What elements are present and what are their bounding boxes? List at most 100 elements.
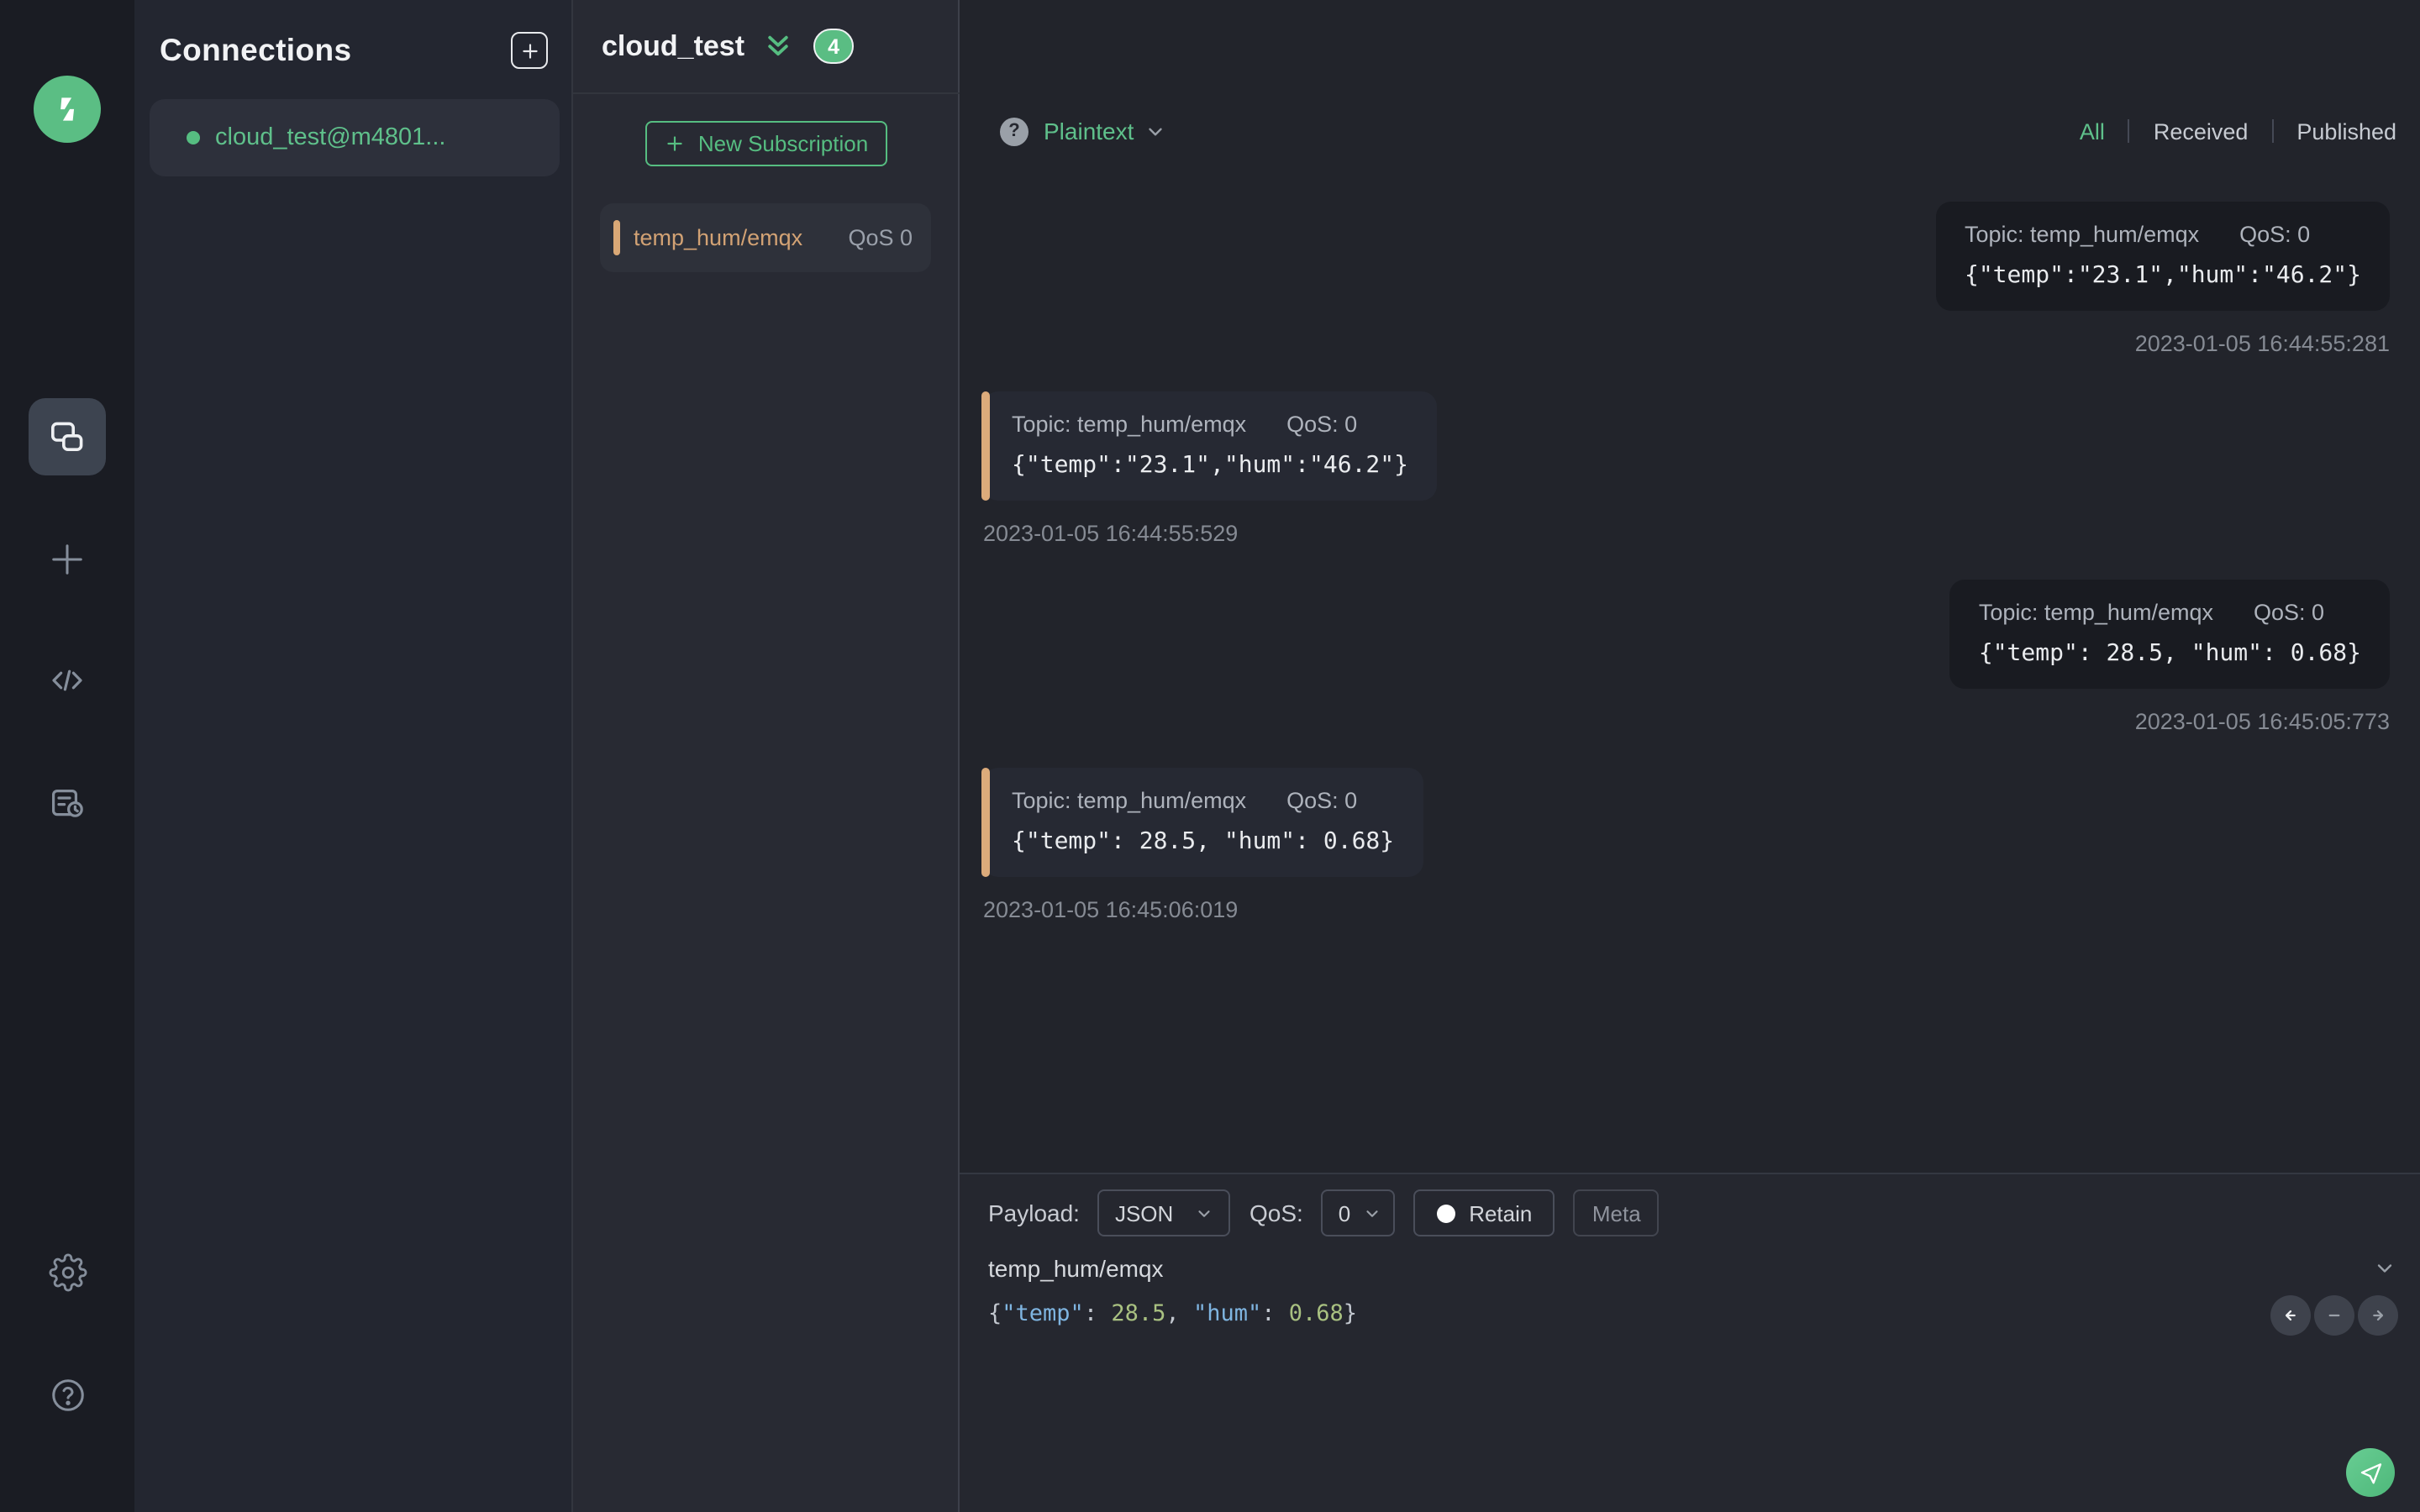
message-received: Topic: temp_hum/emqx QoS: 0 {"temp":"23.… [981, 391, 1438, 546]
connections-title: Connections [160, 32, 352, 67]
sidebar-item-connections[interactable] [29, 398, 106, 475]
payload-format-help-icon[interactable]: ? [1000, 117, 1028, 145]
subscriptions-panel: New Subscription temp_hum/emqx QoS 0 [573, 0, 960, 1512]
publish-panel: Payload: JSON QoS: 0 Retain Meta temp_hu… [960, 1173, 2420, 1512]
sidebar-item-new-connection[interactable] [29, 521, 106, 598]
message-published: Topic: temp_hum/emqx QoS: 0 {"temp": 28.… [1949, 580, 2390, 734]
editor-token: } [1343, 1300, 1358, 1327]
message-area: ? Plaintext All Received Published Topic… [960, 0, 2420, 1512]
mqttx-window: Connections cloud_test@m4801... New Subs… [0, 0, 2420, 1512]
send-button[interactable] [2346, 1448, 2395, 1497]
message-filter-row: ? Plaintext All Received Published [1000, 114, 2396, 148]
collapse-editor-chevron-icon[interactable] [2373, 1257, 2396, 1280]
message-topic: Topic: temp_hum/emqx [1012, 788, 1247, 813]
left-rail [0, 0, 134, 1512]
connections-panel: Connections cloud_test@m4801... [134, 0, 573, 1512]
send-icon [2360, 1462, 2381, 1483]
qos-label: QoS: [1249, 1200, 1303, 1226]
subscription-item[interactable]: temp_hum/emqx QoS 0 [600, 203, 931, 272]
subscription-color-bar [981, 768, 990, 877]
retain-toggle[interactable]: Retain [1413, 1189, 1555, 1236]
message-card: Topic: temp_hum/emqx QoS: 0 {"temp":"23.… [981, 391, 1438, 501]
message-topic: Topic: temp_hum/emqx [1964, 222, 2200, 247]
plus-icon [45, 538, 89, 581]
subscription-topic: temp_hum/emqx [634, 225, 803, 250]
message-payload: {"temp": 28.5, "hum": 0.68} [1978, 640, 2361, 667]
topic-input[interactable]: temp_hum/emqx [988, 1255, 1164, 1282]
message-format-select[interactable]: Plaintext [1044, 118, 1134, 144]
sidebar-item-settings[interactable] [29, 1233, 106, 1310]
new-subscription-button[interactable]: New Subscription [645, 121, 887, 166]
message-timestamp: 2023-01-05 16:45:06:019 [983, 897, 1239, 922]
message-qos: QoS: 0 [2253, 600, 2325, 625]
message-payload: {"temp":"23.1","hum":"46.2"} [1012, 452, 1409, 479]
message-published: Topic: temp_hum/emqx QoS: 0 {"temp":"23.… [1935, 202, 2390, 356]
message-received: Topic: temp_hum/emqx QoS: 0 {"temp": 28.… [981, 768, 1423, 922]
editor-token: "temp" [1002, 1300, 1084, 1327]
editor-token: : [1083, 1300, 1112, 1327]
sidebar-item-log[interactable] [29, 764, 106, 842]
chevron-down-icon [1196, 1204, 1214, 1222]
new-connection-button[interactable] [511, 32, 548, 69]
meta-button[interactable]: Meta [1573, 1189, 1660, 1236]
connected-status-dot [187, 131, 200, 144]
sidebar-item-help[interactable] [29, 1356, 106, 1433]
message-qos: QoS: 0 [1286, 412, 1358, 437]
connections-header: Connections [160, 29, 548, 72]
collapse-chevrons-icon[interactable] [763, 31, 793, 61]
editor-token: , [1165, 1300, 1193, 1327]
message-qos: QoS: 0 [1286, 788, 1358, 813]
publish-controls: Payload: JSON QoS: 0 Retain Meta [988, 1189, 1660, 1236]
connection-list-item[interactable]: cloud_test@m4801... [150, 99, 560, 176]
message-topic: Topic: temp_hum/emqx [1012, 412, 1247, 437]
plus-icon [522, 43, 537, 58]
log-icon [47, 783, 87, 823]
message-card: Topic: temp_hum/emqx QoS: 0 {"temp":"23.… [1935, 202, 2390, 311]
message-filter-tabs: All Received Published [2080, 118, 2396, 144]
editor-token: 0.68 [1288, 1300, 1344, 1327]
message-qos: QoS: 0 [2239, 222, 2311, 247]
new-subscription-label: New Subscription [697, 131, 869, 156]
subscription-qos: QoS 0 [848, 225, 913, 250]
tab-published[interactable]: Published [2296, 118, 2396, 144]
qos-select[interactable]: 0 [1321, 1189, 1396, 1236]
editor-token: { [988, 1300, 1002, 1327]
mqttx-logo-mark [60, 97, 75, 121]
payload-history-nav [2270, 1295, 2398, 1336]
sidebar-item-script[interactable] [29, 642, 106, 719]
retain-dot-icon [1437, 1204, 1456, 1222]
editor-token: "hum" [1192, 1300, 1262, 1327]
tab-all[interactable]: All [2080, 118, 2105, 144]
plus-icon [668, 136, 683, 151]
message-timestamp: 2023-01-05 16:44:55:281 [2134, 331, 2390, 356]
tab-received[interactable]: Received [2154, 118, 2249, 144]
tab-divider [2271, 119, 2274, 143]
payload-format-select[interactable]: JSON [1097, 1189, 1231, 1236]
message-payload: {"temp":"23.1","hum":"46.2"} [1964, 262, 2361, 289]
connection-title: cloud_test [602, 29, 745, 61]
editor-token: 28.5 [1111, 1300, 1166, 1327]
message-timestamp: 2023-01-05 16:45:05:773 [2134, 709, 2390, 734]
message-count-badge: 4 [813, 29, 855, 64]
history-prev-button[interactable] [2270, 1295, 2311, 1336]
connection-name: cloud_test@m4801... [215, 124, 446, 151]
message-card: Topic: temp_hum/emqx QoS: 0 {"temp": 28.… [1949, 580, 2390, 689]
subscription-color-bar [613, 220, 620, 255]
clear-payload-button[interactable] [2314, 1295, 2354, 1336]
message-topic: Topic: temp_hum/emqx [1978, 600, 2213, 625]
message-payload: {"temp": 28.5, "hum": 0.68} [1012, 828, 1395, 855]
topic-input-row: temp_hum/emqx [988, 1252, 2396, 1285]
payload-label: Payload: [988, 1200, 1080, 1226]
subscription-color-bar [981, 391, 990, 501]
payload-editor[interactable]: {"temp": 28.5, "hum": 0.68} [988, 1300, 1357, 1327]
editor-token: : [1261, 1300, 1289, 1327]
code-icon [47, 660, 87, 701]
connections-icon [47, 417, 87, 457]
history-next-button[interactable] [2358, 1295, 2398, 1336]
chevron-down-icon[interactable] [1144, 120, 1165, 142]
message-card: Topic: temp_hum/emqx QoS: 0 {"temp": 28.… [981, 768, 1423, 877]
gear-icon [48, 1252, 87, 1291]
chevron-down-icon [1362, 1204, 1381, 1222]
tab-divider [2128, 119, 2130, 143]
message-timestamp: 2023-01-05 16:44:55:529 [983, 521, 1239, 546]
